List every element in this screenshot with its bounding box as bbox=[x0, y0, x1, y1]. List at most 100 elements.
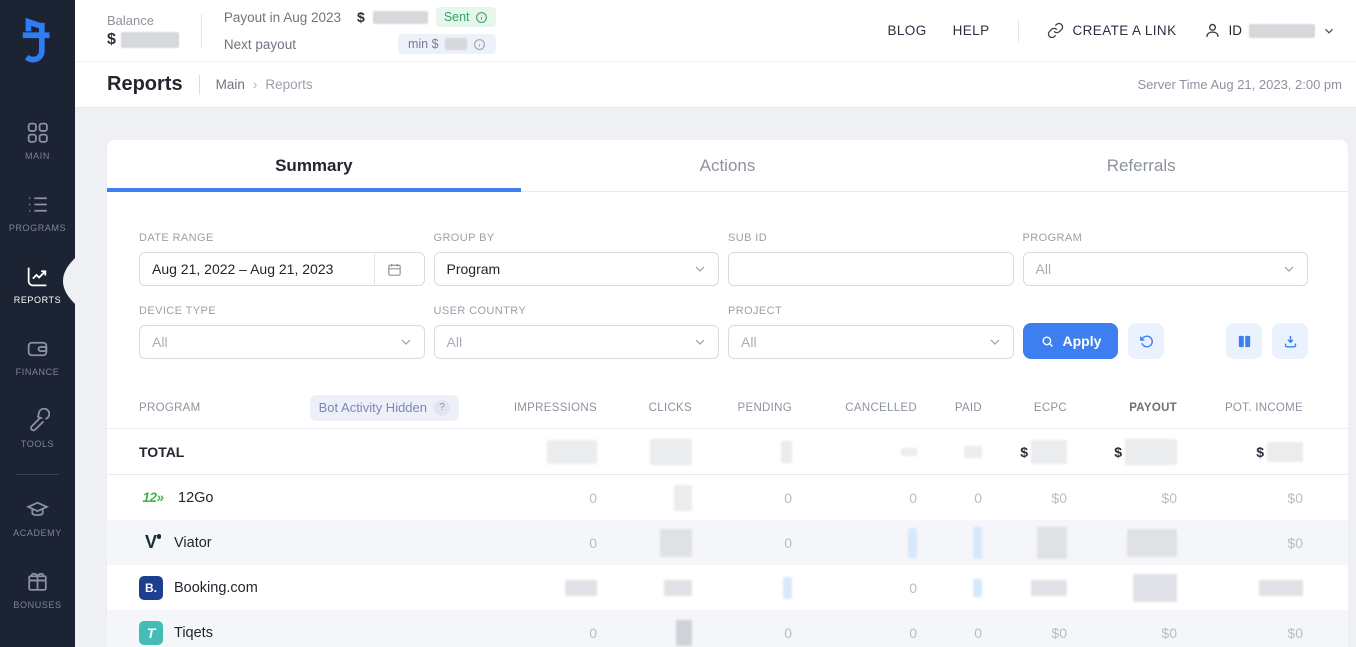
program-name: Booking.com bbox=[174, 580, 258, 596]
table-cell: 0 bbox=[692, 490, 792, 506]
sent-badge-label: Sent bbox=[444, 10, 470, 24]
person-icon bbox=[1203, 21, 1222, 40]
sidebar-item-bonuses[interactable]: BONUSES bbox=[0, 569, 75, 615]
table-cell bbox=[982, 580, 1067, 596]
payout-label: Payout in Aug 2023 bbox=[224, 10, 341, 25]
redacted-value bbox=[783, 577, 792, 599]
table-row-booking-com[interactable]: B.Booking.com0 bbox=[107, 565, 1348, 610]
redacted-value bbox=[781, 441, 792, 463]
chevron-down-icon bbox=[1281, 261, 1297, 277]
download-button[interactable] bbox=[1272, 323, 1308, 359]
column-header-paid[interactable]: PAID bbox=[917, 402, 982, 414]
sidebar-item-label: ACADEMY bbox=[13, 528, 62, 538]
topbar: Balance $ Payout in Aug 2023 $ Sent bbox=[75, 0, 1356, 62]
program-value: All bbox=[1036, 261, 1052, 277]
help-link[interactable]: HELP bbox=[953, 23, 990, 38]
table-cell bbox=[1067, 574, 1177, 602]
redacted-value bbox=[1267, 442, 1303, 462]
redacted-value bbox=[1127, 529, 1177, 557]
table-total-row: TOTAL $$$ bbox=[107, 429, 1348, 475]
table-row-12go[interactable]: 12»12Go0000$0$0$0 bbox=[107, 475, 1348, 520]
column-header-impressions[interactable]: IMPRESSIONS bbox=[469, 402, 597, 414]
redacted-value bbox=[901, 448, 917, 456]
date-range-input[interactable]: Aug 21, 2022 – Aug 21, 2023 bbox=[139, 252, 425, 286]
columns-button[interactable] bbox=[1226, 323, 1262, 359]
filter-label: DATE RANGE bbox=[139, 232, 425, 244]
table-cell bbox=[1177, 580, 1303, 596]
table-cell: $0 bbox=[1067, 490, 1177, 506]
blog-link[interactable]: BLOG bbox=[888, 23, 927, 38]
next-payout-label: Next payout bbox=[224, 37, 341, 52]
sidebar-item-academy[interactable]: ACADEMY bbox=[0, 497, 75, 543]
chart-icon bbox=[25, 264, 50, 289]
header-divider bbox=[199, 75, 200, 95]
sidebar-item-programs[interactable]: PROGRAMS bbox=[0, 192, 75, 238]
next-payout-pill-label: min $ bbox=[408, 37, 439, 51]
column-header-program[interactable]: PROGRAM bbox=[139, 402, 201, 414]
device-type-select[interactable]: All bbox=[139, 325, 425, 359]
column-header-pot-income[interactable]: POT. INCOME bbox=[1177, 402, 1303, 414]
sent-badge[interactable]: Sent bbox=[436, 7, 496, 27]
create-a-link-button[interactable]: CREATE A LINK bbox=[1047, 22, 1177, 39]
filter-device-type: DEVICE TYPE All bbox=[139, 305, 425, 359]
table-header-row: PROGRAM Bot Activity Hidden ? IMPRESSION… bbox=[107, 387, 1348, 429]
sidebar-item-label: BONUSES bbox=[13, 600, 61, 610]
server-time: Server Time Aug 21, 2023, 2:00 pm bbox=[1137, 77, 1342, 92]
table-cell: $ bbox=[982, 440, 1067, 464]
filter-label: DEVICE TYPE bbox=[139, 305, 425, 317]
columns-icon bbox=[1236, 333, 1253, 350]
apply-button[interactable]: Apply bbox=[1023, 323, 1119, 359]
user-country-select[interactable]: All bbox=[434, 325, 720, 359]
table-cell bbox=[597, 580, 692, 596]
tab-summary[interactable]: Summary bbox=[107, 140, 521, 191]
column-header-ecpc[interactable]: ECPC bbox=[982, 402, 1067, 414]
filter-label: SUB ID bbox=[728, 232, 1014, 244]
filter-label: USER COUNTRY bbox=[434, 305, 720, 317]
table-row-tiqets[interactable]: TTiqets0000$0$0$0 bbox=[107, 610, 1348, 647]
redacted-value bbox=[565, 580, 597, 596]
sidebar-item-tools[interactable]: TOOLS bbox=[0, 408, 75, 454]
program-name: Viator bbox=[174, 535, 212, 551]
redacted-value bbox=[973, 527, 982, 559]
table-row-viator[interactable]: VViator00$0 bbox=[107, 520, 1348, 565]
info-icon[interactable] bbox=[473, 38, 486, 51]
sub-id-input[interactable] bbox=[741, 253, 1003, 285]
sub-id-field[interactable] bbox=[728, 252, 1014, 286]
redacted-value bbox=[674, 485, 692, 511]
column-header-clicks[interactable]: CLICKS bbox=[597, 402, 692, 414]
sidebar-item-finance[interactable]: FINANCE bbox=[0, 336, 75, 382]
account-id-redacted bbox=[1249, 24, 1315, 38]
column-header-payout[interactable]: PAYOUT bbox=[1067, 402, 1177, 414]
next-payout-pill[interactable]: min $ bbox=[398, 34, 496, 54]
reset-icon bbox=[1138, 333, 1155, 350]
payout-block: Payout in Aug 2023 $ Sent Next payout mi… bbox=[224, 7, 496, 54]
group-by-select[interactable]: Program bbox=[434, 252, 720, 286]
bot-activity-pill[interactable]: Bot Activity Hidden ? bbox=[310, 395, 459, 421]
tab-actions[interactable]: Actions bbox=[521, 140, 935, 191]
sidebar-item-main[interactable]: MAIN bbox=[0, 120, 75, 166]
tab-referrals[interactable]: Referrals bbox=[934, 140, 1348, 191]
sidebar-item-label: PROGRAMS bbox=[9, 223, 66, 233]
table-cell bbox=[692, 577, 792, 599]
reset-filters-button[interactable] bbox=[1128, 323, 1164, 359]
table-cell: 0 bbox=[792, 490, 917, 506]
redacted-value bbox=[1031, 580, 1067, 596]
topbar-divider bbox=[201, 14, 202, 48]
column-header-pending[interactable]: PENDING bbox=[692, 402, 792, 414]
column-header-cancelled[interactable]: CANCELLED bbox=[792, 402, 917, 414]
filter-actions: Apply bbox=[1023, 323, 1309, 359]
table-cell: 0 bbox=[692, 535, 792, 551]
info-icon[interactable] bbox=[475, 11, 488, 24]
project-select[interactable]: All bbox=[728, 325, 1014, 359]
12go-logo: 12» bbox=[139, 490, 167, 505]
travelpayouts-logo[interactable] bbox=[17, 10, 59, 70]
apply-button-label: Apply bbox=[1063, 333, 1102, 349]
redacted-value bbox=[973, 579, 982, 597]
booking-logo: B. bbox=[139, 576, 163, 600]
program-select[interactable]: All bbox=[1023, 252, 1309, 286]
download-icon bbox=[1282, 333, 1299, 350]
filters: DATE RANGE Aug 21, 2022 – Aug 21, 2023 G… bbox=[107, 192, 1348, 379]
breadcrumb-main[interactable]: Main bbox=[216, 77, 245, 92]
account-menu[interactable]: ID bbox=[1203, 21, 1337, 40]
question-icon[interactable]: ? bbox=[434, 400, 450, 416]
